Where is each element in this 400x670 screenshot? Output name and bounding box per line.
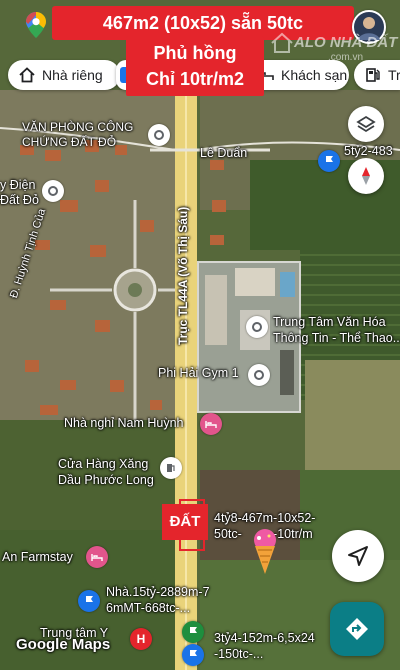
- compass-button[interactable]: [348, 158, 384, 194]
- overlay-line-2: Chỉ 10tr/m2: [145, 69, 245, 89]
- listing-pin-4[interactable]: [182, 644, 204, 666]
- location-icon: [254, 370, 264, 380]
- label-gym[interactable]: Phi Hải Gym 1: [158, 366, 239, 380]
- label-notary[interactable]: VĂN PHÒNG CÔNG CHỨNG ĐẤT ĐỎ: [22, 120, 133, 150]
- flag-icon: [190, 650, 197, 660]
- chip-nha-rieng[interactable]: Nhà riêng: [8, 60, 120, 90]
- layers-button[interactable]: [348, 106, 384, 142]
- flag-icon: [86, 596, 93, 606]
- hotel-pin[interactable]: [200, 413, 222, 435]
- flag-icon: [326, 156, 333, 166]
- layers-icon: [356, 115, 376, 133]
- google-maps-pin-icon: [26, 12, 46, 38]
- directions-button[interactable]: [330, 602, 384, 656]
- place-pin-power[interactable]: [42, 180, 64, 202]
- land-marker[interactable]: ĐẤT: [162, 504, 208, 540]
- listing-pin-2[interactable]: [78, 590, 100, 612]
- gas-station-pin[interactable]: [160, 457, 182, 479]
- label-power[interactable]: y Điện Đất Đỏ: [0, 178, 39, 208]
- road-label: Trục TL44A (Võ Thị Sáu): [176, 206, 190, 345]
- directions-icon: [346, 618, 368, 640]
- hospital-icon: H: [136, 632, 146, 646]
- ice-cream-icon: [250, 528, 280, 581]
- location-icon: [252, 322, 262, 332]
- label-farmstay[interactable]: An Farmstay: [2, 550, 73, 564]
- farmstay-pin[interactable]: [86, 546, 108, 568]
- label-top-right-listing[interactable]: 5tỷ2-483: [344, 144, 393, 158]
- gas-station-icon: [364, 66, 382, 84]
- label-culture-center[interactable]: Trung Tâm Văn Hóa Thông Tin - Thể Thao..…: [273, 314, 400, 346]
- chip-label: Trạ: [388, 67, 400, 83]
- bed-icon: [91, 554, 103, 561]
- label-guesthouse[interactable]: Nhà nghỉ Nam Huỳnh: [64, 416, 184, 430]
- navigation-arrow-icon: [348, 546, 368, 566]
- overlay-price-label: Phủ hồng Chỉ 10tr/m2: [126, 36, 264, 96]
- home-icon: [18, 66, 36, 84]
- compass-icon: [362, 167, 370, 185]
- label-gas-station[interactable]: Cửa Hàng Xăng Dầu Phước Long: [58, 456, 154, 488]
- my-location-button[interactable]: [332, 530, 384, 582]
- chip-label: Nhà riêng: [42, 67, 103, 83]
- label-le-duan[interactable]: Lê Duẩn: [200, 146, 247, 160]
- place-pin-culture[interactable]: [246, 316, 268, 338]
- google-maps-attribution: Google Maps: [16, 636, 111, 653]
- listing-pin-3[interactable]: [182, 621, 204, 643]
- watermark-house-icon: [270, 32, 294, 59]
- label-listing-2[interactable]: Nhà.15tỷ-2889m-7 6mMT-668tc-...: [106, 584, 210, 616]
- listing-pin-top[interactable]: [318, 150, 340, 172]
- place-pin-gym[interactable]: [248, 364, 270, 386]
- gas-station-icon: [167, 464, 175, 472]
- flag-icon: [190, 627, 197, 637]
- overlay-line-1: Phủ hồng: [153, 43, 237, 63]
- location-icon: [154, 130, 164, 140]
- bed-icon: [205, 421, 217, 428]
- watermark-text: ALO NHÀ ĐẤT: [294, 34, 398, 51]
- place-pin-notary[interactable]: [148, 124, 170, 146]
- hospital-pin[interactable]: H: [130, 628, 152, 650]
- label-listing-3[interactable]: 3tỷ4-152m-6,5x24 -150tc-...: [214, 630, 315, 662]
- location-icon: [48, 186, 58, 196]
- chip-label: Khách sạn: [281, 67, 348, 83]
- chip-tram[interactable]: Trạ: [354, 60, 400, 90]
